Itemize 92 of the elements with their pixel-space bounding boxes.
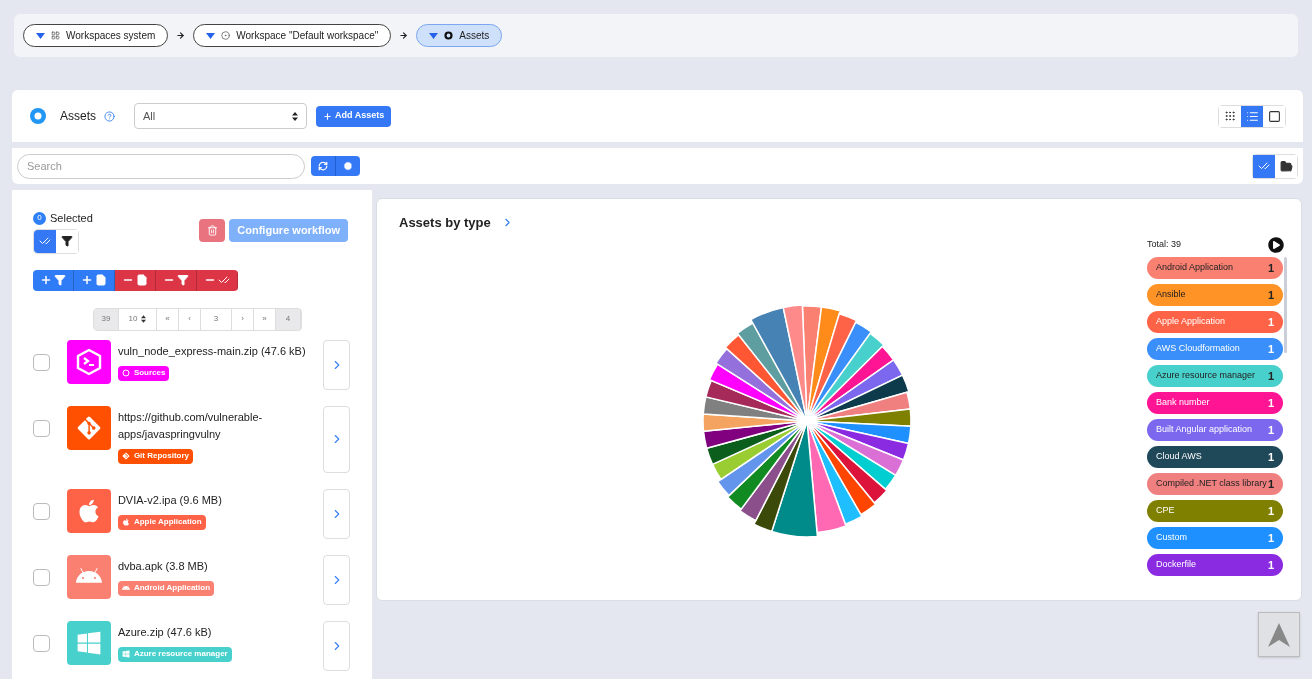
clock-icon: [343, 161, 353, 171]
filter-icon: [54, 274, 66, 286]
square-icon: [1267, 109, 1281, 123]
breadcrumb-pill[interactable]: Assets: [416, 24, 503, 47]
sort-arrows-icon: [141, 315, 147, 323]
grid-icon: [51, 31, 60, 40]
pager-count: 39: [94, 308, 119, 330]
caret-icon: [36, 32, 45, 39]
windows-icon: [75, 629, 102, 656]
breadcrumb-pill[interactable]: Workspace "Default workspace": [193, 24, 392, 47]
bulk-action-button[interactable]: [33, 269, 74, 291]
legend-item[interactable]: Azure resource manager 1: [1147, 365, 1283, 387]
legend-item[interactable]: Bank number 1: [1147, 392, 1283, 414]
target-icon: [221, 31, 231, 40]
row-checkbox[interactable]: [33, 503, 50, 520]
scroll-to-top-button[interactable]: [1258, 612, 1300, 657]
bulk-action-button[interactable]: [115, 269, 156, 291]
filter-icon: [177, 274, 189, 286]
legend-item[interactable]: Android Application 1: [1147, 257, 1283, 279]
help-icon[interactable]: [104, 110, 115, 122]
arrow-icon: [176, 31, 186, 40]
plus-icon: [40, 274, 52, 286]
row-checkbox[interactable]: [33, 635, 50, 652]
row-checkbox[interactable]: [33, 354, 50, 371]
count-badge: 0: [33, 211, 46, 225]
refresh-button[interactable]: [311, 156, 336, 176]
git-icon: [121, 452, 130, 460]
delete-button[interactable]: [199, 219, 226, 242]
asset-name: https://github.com/vulnerable-apps/javaspringvulny: [117, 409, 264, 442]
double-check-icon: [39, 235, 51, 247]
type-select[interactable]: All: [134, 103, 307, 129]
asset-name: DVIA-v2.ipa (9.6 MB): [117, 492, 222, 508]
add-assets-button[interactable]: Add Assets: [316, 105, 392, 127]
legend-item[interactable]: AWS Cloudformation 1: [1147, 338, 1283, 360]
caret-icon: [206, 32, 216, 39]
asset-type-tag: Azure resource manager: [117, 646, 232, 662]
pager-count: 4: [276, 308, 301, 330]
history-button[interactable]: [336, 156, 360, 176]
legend-item[interactable]: Apple Application 1: [1147, 311, 1283, 333]
list-icon: [1245, 109, 1259, 123]
asset-type-tag: Apple Application: [117, 514, 206, 530]
row-checkbox[interactable]: [33, 420, 50, 437]
asset-type-tag: Sources: [117, 365, 170, 381]
refresh-icon: [318, 161, 328, 171]
grid-icon: [1224, 110, 1236, 122]
bulk-action-button[interactable]: [74, 269, 115, 291]
apple-icon: [121, 518, 130, 526]
asset-name: vuln_node_express-main.zip (47.6 kB): [117, 343, 306, 359]
ring-icon: [444, 31, 454, 40]
row-checkbox[interactable]: [33, 569, 50, 586]
legend-item[interactable]: Ansible 1: [1147, 284, 1283, 306]
breadcrumb-pill[interactable]: Workspaces system: [23, 24, 169, 47]
caret-icon: [429, 32, 439, 39]
circle-icon: [121, 369, 130, 377]
double-check-icon: [1258, 160, 1270, 172]
sort-arrows-icon: [292, 111, 298, 121]
legend-item[interactable]: CPE 1: [1147, 500, 1283, 522]
page-title: Assets: [60, 108, 96, 125]
arrow-icon: [399, 31, 409, 40]
double-check-icon: [218, 274, 230, 286]
windows-icon: [121, 650, 130, 658]
file-icon: [136, 274, 148, 286]
arrow-up-icon: [1268, 622, 1290, 647]
folder-icon: [1279, 159, 1293, 173]
asset-name: dvba.apk (3.8 MB): [117, 558, 208, 574]
trash-icon: [206, 225, 218, 236]
legend-item[interactable]: Cloud AWS 1: [1147, 446, 1283, 468]
legend-item[interactable]: Dockerfile 1: [1147, 554, 1283, 576]
plus-icon: [81, 274, 93, 286]
play-icon[interactable]: [1268, 237, 1284, 253]
filter-icon: [61, 235, 73, 247]
selected-label: Selected: [50, 211, 93, 226]
terminal-icon: [74, 347, 103, 376]
android-icon: [121, 584, 130, 592]
chart-title: Assets by type: [399, 214, 491, 232]
asset-type-tag: Git Repository: [117, 448, 193, 464]
bulk-action-button[interactable]: [156, 269, 197, 291]
file-icon: [95, 274, 107, 286]
legend-item[interactable]: Custom 1: [1147, 527, 1283, 549]
legend-item[interactable]: Compiled .NET class library1: [1147, 473, 1283, 495]
mode-toggle[interactable]: [1253, 154, 1275, 178]
total-label: Total: 39: [1147, 238, 1182, 252]
bulk-action-button[interactable]: [197, 269, 238, 291]
asset-type-tag: Android Application: [117, 580, 214, 596]
git-icon: [75, 414, 102, 441]
selection-toggle[interactable]: [34, 229, 56, 253]
radio-icon: [29, 107, 47, 125]
search-field[interactable]: Search: [17, 153, 305, 179]
legend-item[interactable]: Built Angular application 1: [1147, 419, 1283, 441]
asset-name: Azure.zip (47.6 kB): [117, 624, 212, 640]
view-toggle[interactable]: [1241, 105, 1263, 127]
plus-icon: [323, 111, 332, 121]
